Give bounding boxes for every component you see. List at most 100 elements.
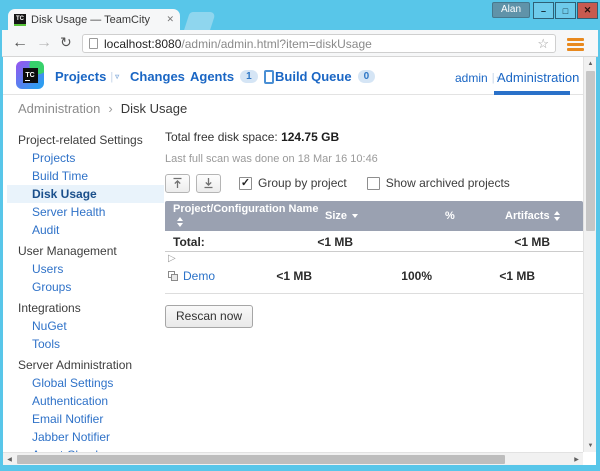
- forward-icon[interactable]: →: [36, 33, 52, 53]
- project-link-demo[interactable]: Demo: [183, 269, 215, 283]
- total-size-value: <1 MB: [317, 235, 353, 249]
- breadcrumb-separator-icon: ›: [108, 101, 112, 116]
- column-size-label: Size: [325, 210, 347, 222]
- disk-usage-table: Project/Configuration Name Size % Artifa…: [165, 201, 583, 287]
- nav-projects[interactable]: Projects | ▿: [55, 69, 119, 84]
- page-title: Disk Usage: [121, 101, 187, 116]
- nav-agents-label: Agents: [190, 69, 234, 84]
- browser-window: TC Disk Usage — TeamCity ✕ Alan – □ ✕ ← …: [0, 0, 600, 471]
- sidebar-item-global-settings[interactable]: Global Settings: [18, 374, 164, 392]
- breadcrumb-administration[interactable]: Administration: [18, 101, 100, 116]
- teamcity-logo[interactable]: TC: [16, 61, 44, 89]
- agent-status-icon: [264, 70, 274, 84]
- maximize-button[interactable]: □: [555, 2, 576, 19]
- column-header-size[interactable]: Size: [325, 210, 445, 222]
- sidebar-section-title: Project-related Settings: [18, 131, 164, 149]
- disk-usage-main: Total free disk space: 124.75 GB Last fu…: [165, 126, 583, 328]
- horizontal-scrollbar[interactable]: ◀ ▶: [3, 452, 583, 465]
- active-tab-indicator: [494, 91, 570, 95]
- column-name-label: Project/Configuration Name: [173, 203, 318, 215]
- sort-both-icon: [554, 211, 560, 221]
- browser-toolbar: ← → ↻ localhost:8080/admin/admin.html?it…: [2, 30, 598, 57]
- show-archived-label: Show archived projects: [386, 176, 510, 190]
- breadcrumb: Administration › Disk Usage: [18, 101, 187, 116]
- vertical-scrollbar-thumb[interactable]: [586, 71, 595, 231]
- sidebar-item-projects[interactable]: Projects: [18, 149, 164, 167]
- nav-build-queue-label: Build Queue: [275, 69, 352, 84]
- sidebar-item-build-time[interactable]: Build Time: [18, 167, 164, 185]
- teamcity-favicon-icon: TC: [14, 14, 26, 26]
- tab-close-icon[interactable]: ✕: [166, 14, 174, 25]
- chevron-down-icon[interactable]: ▿: [115, 72, 119, 81]
- sidebar-item-jabber-notifier[interactable]: Jabber Notifier: [18, 428, 164, 446]
- close-button[interactable]: ✕: [577, 2, 598, 19]
- sidebar-item-disk-usage[interactable]: Disk Usage: [7, 185, 164, 203]
- sidebar-section-title: User Management: [18, 242, 164, 260]
- sort-desc-icon: [352, 214, 358, 218]
- table-row-total: Total: <1 MB <1 MB: [165, 231, 583, 252]
- browser-tab[interactable]: TC Disk Usage — TeamCity ✕: [8, 9, 180, 30]
- free-space-label: Total free disk space:: [165, 130, 278, 144]
- tab-title: Disk Usage — TeamCity: [31, 14, 162, 26]
- page-content: TC Projects | ▿ Changes Agents 1 Build Q…: [3, 57, 596, 465]
- sidebar-item-users[interactable]: Users: [18, 260, 164, 278]
- expand-row-icon[interactable]: ▷: [168, 253, 176, 264]
- column-artifacts-label: Artifacts: [505, 210, 550, 222]
- nav-agents[interactable]: Agents 1: [190, 69, 274, 84]
- section-divider: [165, 293, 583, 294]
- admin-sidebar: Project-related Settings Projects Build …: [18, 131, 164, 465]
- back-icon[interactable]: ←: [12, 33, 28, 53]
- sidebar-item-tools[interactable]: Tools: [18, 335, 164, 353]
- sidebar-item-authentication[interactable]: Authentication: [18, 392, 164, 410]
- group-by-project-label: Group by project: [258, 176, 347, 190]
- rescan-now-button[interactable]: Rescan now: [165, 305, 253, 328]
- vertical-scrollbar[interactable]: ▲ ▼: [583, 57, 596, 452]
- sidebar-item-email-notifier[interactable]: Email Notifier: [18, 410, 164, 428]
- column-header-name[interactable]: Project/Configuration Name: [165, 203, 325, 229]
- show-archived-checkbox[interactable]: [367, 177, 380, 190]
- arrow-down-to-bar-icon: [203, 177, 214, 189]
- url-host: localhost:8080: [104, 37, 181, 51]
- table-row-expander: ▷: [165, 252, 583, 265]
- sidebar-item-groups[interactable]: Groups: [18, 278, 164, 296]
- teamcity-logo-text: TC: [23, 68, 38, 83]
- row-percent-value: 100%: [401, 269, 432, 283]
- row-artifacts-value: <1 MB: [499, 269, 535, 283]
- group-by-project-checkbox[interactable]: [239, 177, 252, 190]
- sidebar-item-audit[interactable]: Audit: [18, 221, 164, 239]
- nav-user-menu[interactable]: admin | ▿: [455, 71, 501, 85]
- reload-icon[interactable]: ↻: [60, 34, 72, 51]
- new-tab-button[interactable]: [184, 12, 216, 30]
- column-header-percent[interactable]: %: [445, 210, 505, 222]
- nav-changes[interactable]: Changes: [130, 69, 185, 84]
- sidebar-item-nuget[interactable]: NuGet: [18, 317, 164, 335]
- scroll-down-icon[interactable]: ▼: [584, 439, 596, 452]
- column-header-artifacts[interactable]: Artifacts: [505, 210, 583, 222]
- expand-all-button[interactable]: [196, 174, 221, 193]
- teamcity-header: TC Projects | ▿ Changes Agents 1 Build Q…: [3, 57, 583, 95]
- nav-administration[interactable]: Administration: [497, 70, 579, 85]
- scroll-left-icon[interactable]: ◀: [3, 453, 16, 465]
- table-header-row: Project/Configuration Name Size % Artifa…: [165, 201, 583, 231]
- browser-menu-icon[interactable]: [567, 38, 584, 53]
- free-space-line: Total free disk space: 124.75 GB: [165, 130, 583, 144]
- collapse-all-button[interactable]: [165, 174, 190, 193]
- project-icon: [168, 271, 178, 281]
- nav-user-label: admin: [455, 71, 488, 85]
- nav-changes-label: Changes: [130, 69, 185, 84]
- sidebar-item-server-health[interactable]: Server Health: [18, 203, 164, 221]
- scroll-right-icon[interactable]: ▶: [570, 453, 583, 465]
- sort-both-icon: [177, 217, 183, 227]
- nav-pipe: |: [492, 72, 495, 84]
- nav-build-queue[interactable]: Build Queue 0: [275, 69, 375, 84]
- horizontal-scrollbar-thumb[interactable]: [17, 455, 505, 464]
- address-bar[interactable]: localhost:8080/admin/admin.html?item=dis…: [82, 34, 556, 53]
- url-path: /admin/admin.html?item=diskUsage: [181, 37, 371, 51]
- page-icon: [89, 38, 98, 49]
- bookmark-star-icon[interactable]: ☆: [537, 36, 549, 52]
- url-text[interactable]: localhost:8080/admin/admin.html?item=dis…: [104, 37, 531, 51]
- minimize-button[interactable]: –: [533, 2, 554, 19]
- scroll-up-icon[interactable]: ▲: [584, 57, 596, 70]
- build-queue-count-badge: 0: [358, 70, 376, 83]
- table-controls: Group by project Show archived projects: [165, 173, 583, 193]
